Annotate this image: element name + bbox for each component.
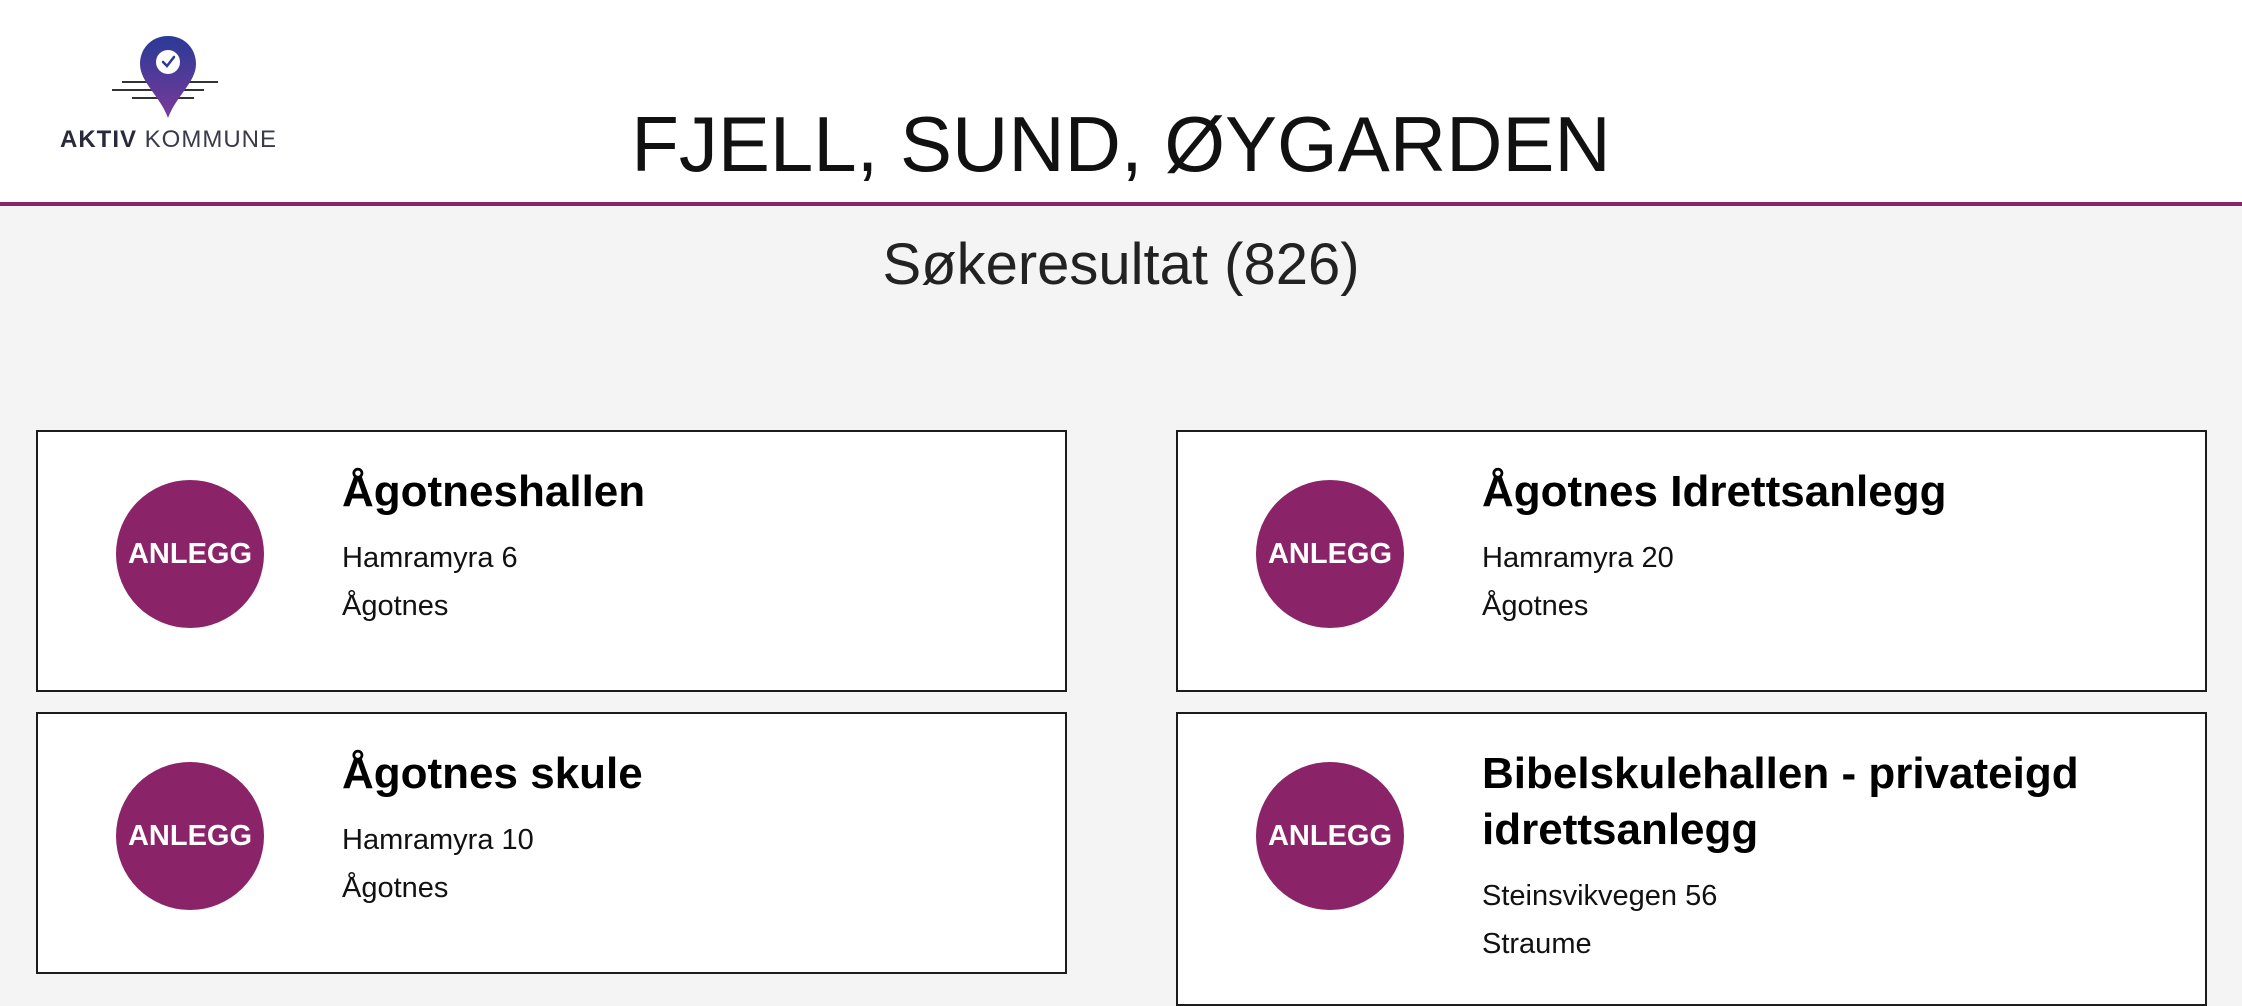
- facility-name: Bibelskulehallen - privateigd idrettsanl…: [1482, 749, 2079, 854]
- facility-name: Ågotnes Idrettsanlegg: [1482, 467, 1947, 516]
- category-badge: ANLEGG: [1256, 762, 1404, 910]
- page-title: FJELL, SUND, ØYGARDEN: [631, 100, 1611, 188]
- facility-place: Straume: [1482, 928, 1592, 960]
- category-badge: ANLEGG: [116, 762, 264, 910]
- search-results-heading: Søkeresultat (826): [882, 232, 1360, 297]
- result-card-agotnes-idrettsanlegg[interactable]: ANLEGG Ågotnes Idrettsanlegg Hamramyra 2…: [1176, 430, 2207, 692]
- facility-place: Ågotnes: [1482, 590, 1589, 622]
- result-card-bibelskulehallen[interactable]: ANLEGG Bibelskulehallen - privateigd idr…: [1176, 712, 2207, 1006]
- category-badge: ANLEGG: [116, 480, 264, 628]
- facility-name: Ågotnes skule: [342, 749, 643, 798]
- card-info: Ågotnes Idrettsanlegg Hamramyra 20 Ågotn…: [1482, 464, 2165, 630]
- facility-name: Ågotneshallen: [342, 467, 646, 516]
- facility-place: Ågotnes: [342, 590, 449, 622]
- facility-place: Ågotnes: [342, 872, 449, 904]
- card-info: Bibelskulehallen - privateigd idrettsanl…: [1482, 746, 2165, 968]
- category-badge: ANLEGG: [1256, 480, 1404, 628]
- site-header: AKTIV KOMMUNE FJELL, SUND, ØYGARDEN: [0, 0, 2242, 206]
- facility-address: Hamramyra 20: [1482, 542, 1674, 574]
- card-info: Ågotneshallen Hamramyra 6 Ågotnes: [342, 464, 1025, 630]
- facility-address: Hamramyra 6: [342, 542, 518, 574]
- result-card-agotnes-skule[interactable]: ANLEGG Ågotnes skule Hamramyra 10 Ågotne…: [36, 712, 1067, 974]
- card-info: Ågotnes skule Hamramyra 10 Ågotnes: [342, 746, 1025, 912]
- result-card-agotneshallen[interactable]: ANLEGG Ågotneshallen Hamramyra 6 Ågotnes: [36, 430, 1067, 692]
- facility-address: Hamramyra 10: [342, 824, 534, 856]
- facility-address: Steinsvikvegen 56: [1482, 880, 1718, 912]
